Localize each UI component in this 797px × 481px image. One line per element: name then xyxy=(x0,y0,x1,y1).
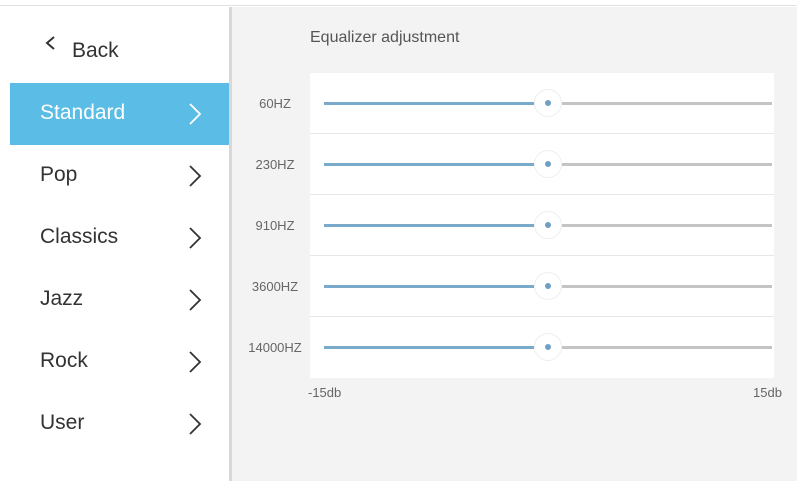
page-title: Equalizer adjustment xyxy=(310,29,460,46)
preset-item-pop[interactable]: Pop xyxy=(10,145,229,207)
slider-thumb[interactable] xyxy=(534,272,562,300)
slider-track-filled xyxy=(324,224,534,227)
preset-label: Classics xyxy=(40,225,119,248)
preset-label: Jazz xyxy=(40,287,84,310)
preset-item-user[interactable]: User xyxy=(10,393,229,455)
frequency-label: 230HZ xyxy=(255,157,295,172)
equalizer-sliders xyxy=(310,73,774,378)
chevron-right-icon xyxy=(189,165,202,187)
slider-track-empty[interactable] xyxy=(562,224,772,227)
preset-label: Rock xyxy=(40,349,88,372)
eq-band-row xyxy=(310,134,774,195)
preset-label: Standard xyxy=(40,101,126,124)
eq-band-row xyxy=(310,73,774,134)
slider-thumb[interactable] xyxy=(534,150,562,178)
chevron-right-icon xyxy=(189,289,202,311)
preset-item-classics[interactable]: Classics xyxy=(10,207,229,269)
chevron-right-icon xyxy=(189,413,202,435)
frequency-label: 910HZ xyxy=(255,218,295,233)
slider-track-filled xyxy=(324,346,534,349)
eq-band-row xyxy=(310,317,774,378)
chevron-left-icon xyxy=(45,36,55,50)
back-button[interactable]: Back xyxy=(10,25,229,75)
slider-track-empty[interactable] xyxy=(562,102,772,105)
frequency-label: 3600HZ xyxy=(251,279,299,294)
chevron-right-icon xyxy=(189,103,202,125)
slider-thumb[interactable] xyxy=(534,333,562,361)
slider-track-empty[interactable] xyxy=(562,346,772,349)
eq-band-row xyxy=(310,256,774,317)
top-border xyxy=(0,0,797,6)
chevron-right-icon xyxy=(189,227,202,249)
scale-max-label: 15db xyxy=(753,385,782,400)
eq-band-row xyxy=(310,195,774,256)
preset-item-standard[interactable]: Standard xyxy=(10,83,229,145)
slider-thumb[interactable] xyxy=(534,211,562,239)
slider-track-filled xyxy=(324,102,534,105)
preset-label: User xyxy=(40,411,85,434)
back-label: Back xyxy=(72,39,119,62)
frequency-label: 60HZ xyxy=(259,96,291,111)
frequency-label: 14000HZ xyxy=(248,340,302,355)
slider-thumb[interactable] xyxy=(534,89,562,117)
scale-min-label: -15db xyxy=(308,385,342,400)
preset-item-jazz[interactable]: Jazz xyxy=(10,269,229,331)
equalizer-panel: Equalizer adjustment -15db 15db xyxy=(232,7,797,481)
chevron-right-icon xyxy=(189,351,202,373)
preset-label: Pop xyxy=(40,163,78,186)
preset-item-rock[interactable]: Rock xyxy=(10,331,229,393)
slider-track-empty[interactable] xyxy=(562,285,772,288)
slider-track-filled xyxy=(324,285,534,288)
slider-track-empty[interactable] xyxy=(562,163,772,166)
preset-sidebar: Back Standard Pop Classics Jazz Rock Use… xyxy=(10,7,229,481)
slider-track-filled xyxy=(324,163,534,166)
